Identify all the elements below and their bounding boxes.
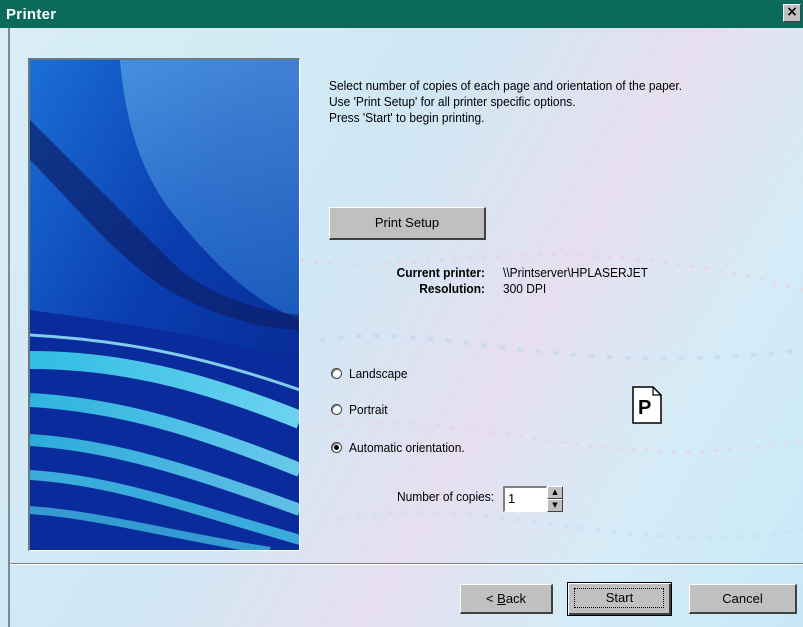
radio-portrait[interactable]: Portrait	[331, 401, 391, 417]
page-portrait-icon: P	[632, 386, 662, 424]
back-button-rest: ack	[505, 591, 527, 606]
radio-automatic-orientation[interactable]: Automatic orientation.	[331, 439, 475, 455]
title-bar[interactable]: Printer ×	[0, 0, 803, 28]
radio-landscape[interactable]: Landscape	[331, 365, 413, 381]
cancel-button[interactable]: Cancel	[689, 584, 797, 614]
spin-up-button[interactable]: ▲	[547, 486, 563, 499]
window-left-frame	[8, 28, 10, 627]
current-printer-value: \\Printserver\HPLASERJET	[503, 265, 648, 280]
window-title: Printer	[6, 6, 57, 23]
copies-label: Number of copies:	[397, 489, 495, 504]
footer-separator	[10, 563, 803, 565]
background-swirl-art	[300, 253, 803, 540]
focus-rectangle	[574, 588, 664, 608]
resolution-value: 300 DPI	[503, 281, 547, 296]
copies-input[interactable]: 1	[503, 486, 547, 512]
radio-button-automatic[interactable]	[331, 441, 342, 453]
printer-dialog: Printer × Select number of copies of eac…	[0, 0, 803, 627]
copies-spinner[interactable]: ▲ ▼	[547, 486, 563, 512]
instruction-line: Select number of copies of each page and…	[329, 78, 683, 93]
current-printer-label: Current printer:	[396, 265, 485, 280]
radio-label-portrait: Portrait	[349, 401, 388, 417]
instruction-line: Press 'Start' to begin printing.	[329, 110, 485, 125]
back-button-prefix: <	[485, 591, 498, 606]
close-button[interactable]: ×	[783, 4, 801, 22]
radio-button-landscape[interactable]	[331, 367, 342, 379]
orientation-preview-letter: P	[638, 397, 651, 419]
arrow-down-icon: ▼	[552, 501, 558, 509]
close-icon: ×	[786, 4, 798, 20]
back-button[interactable]: < Back	[460, 584, 553, 614]
spin-down-button[interactable]: ▼	[547, 499, 563, 512]
radio-label-landscape: Landscape	[349, 365, 408, 381]
instruction-line: Use 'Print Setup' for all printer specif…	[329, 94, 576, 109]
wizard-picture	[28, 58, 300, 551]
resolution-label: Resolution:	[419, 281, 485, 296]
arrow-up-icon: ▲	[552, 488, 558, 496]
radio-label-automatic: Automatic orientation.	[349, 439, 465, 455]
print-setup-button[interactable]: Print Setup	[329, 207, 486, 240]
wizard-artwork	[30, 60, 299, 550]
instructions-text: Select number of copies of each page and…	[329, 78, 752, 126]
radio-button-portrait[interactable]	[331, 403, 342, 415]
back-button-accelerator: B	[497, 591, 506, 606]
start-button[interactable]: Start	[567, 582, 672, 616]
